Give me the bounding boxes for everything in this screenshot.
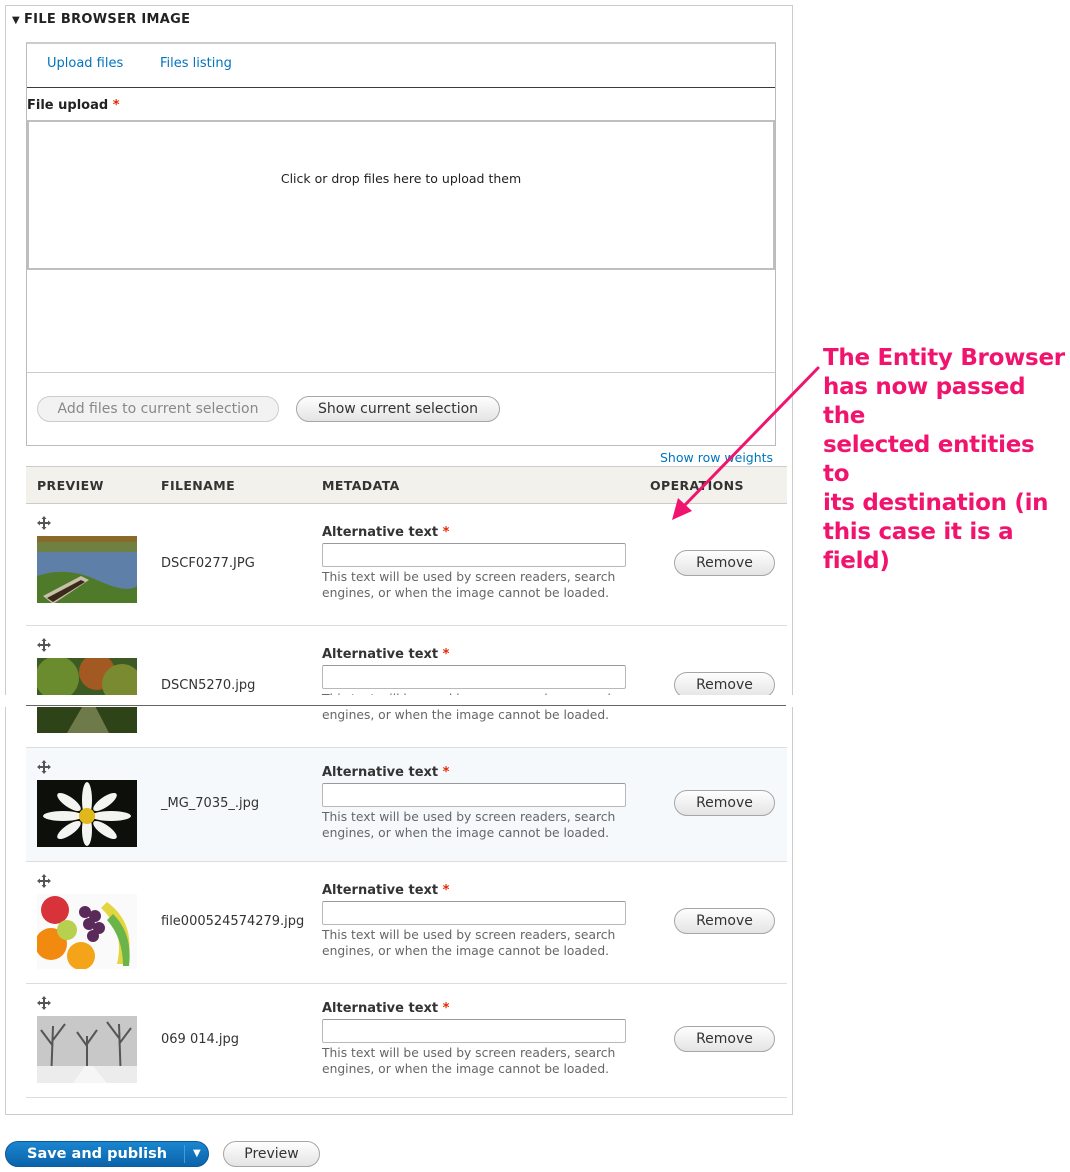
annotation-line: The Entity Browser <box>823 345 1065 371</box>
annotation-line: selected entities to <box>823 432 1035 487</box>
annotation-line: this case it is a field) <box>823 519 1014 574</box>
annotation-arrow <box>672 366 820 520</box>
annotation-callout: The Entity Browser has now passed the se… <box>823 344 1068 576</box>
annotation-line: its destination (in <box>823 490 1049 516</box>
annotation-line: has now passed the <box>823 374 1026 429</box>
